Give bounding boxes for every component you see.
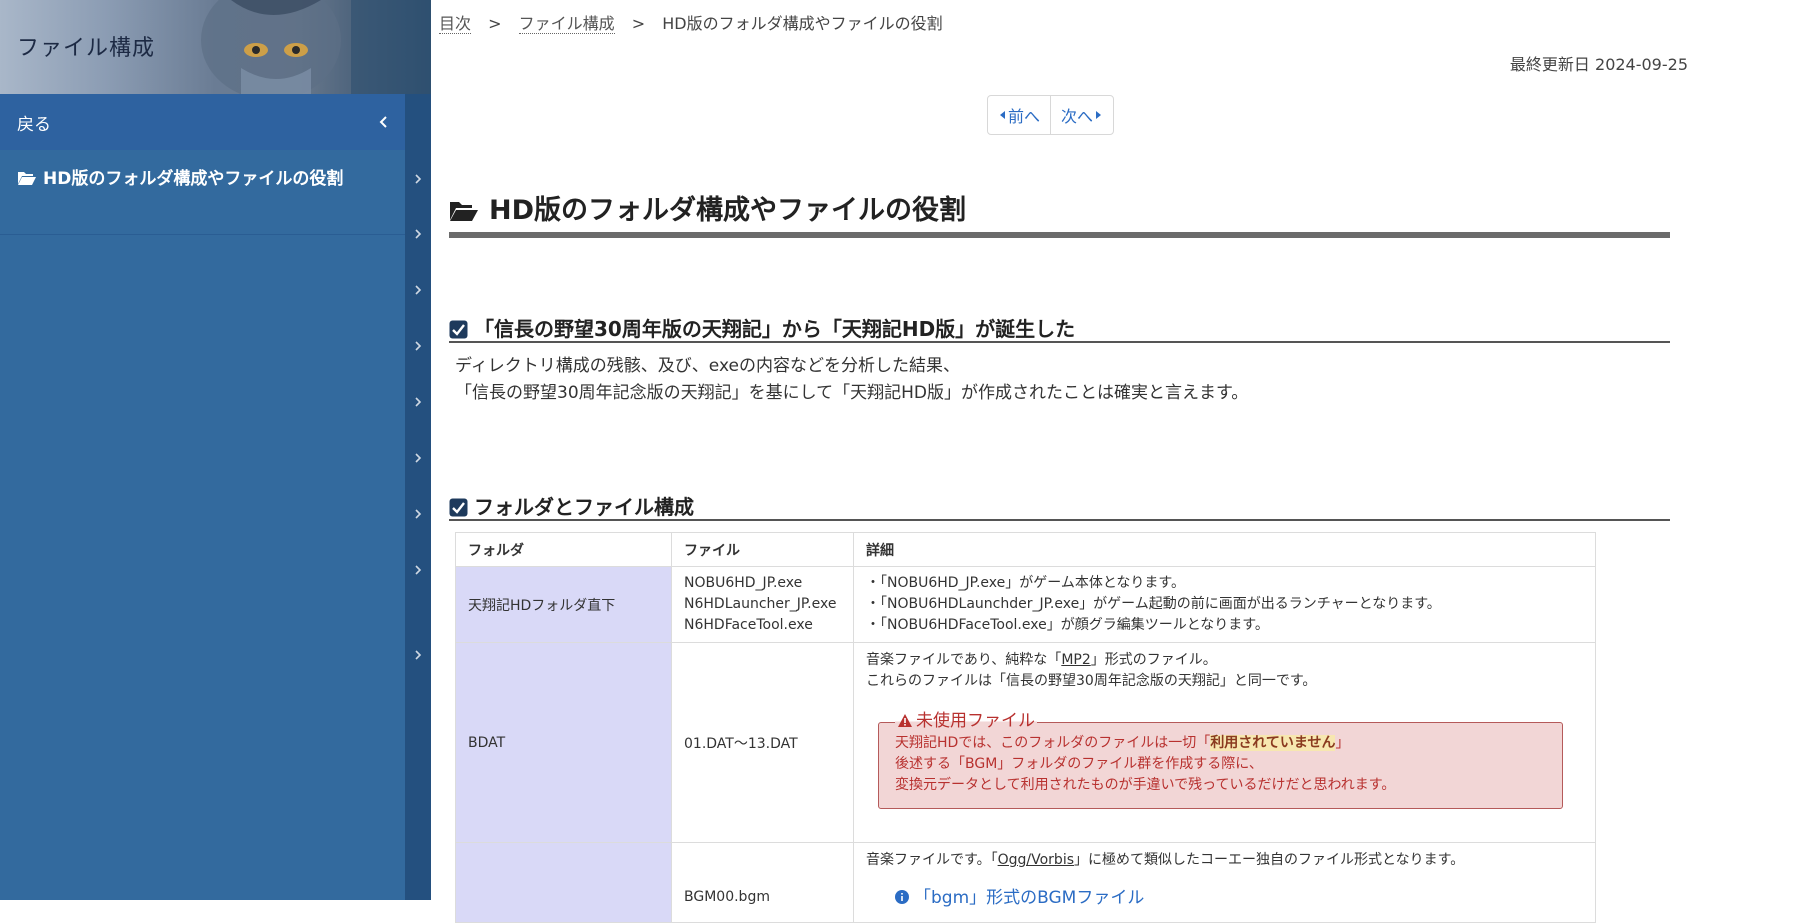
ogg-vorbis-link[interactable]: Ogg/Vorbis [998, 852, 1074, 868]
sidebar-title: ファイル構成 [17, 36, 156, 61]
back-button[interactable]: 戻る [0, 94, 405, 150]
table-row: 天翔記HDフォルダ直下 NOBU6HD_JP.exe N6HDLauncher_… [455, 566, 1596, 643]
info-title: 「bgm」形式のBGMファイル [866, 883, 1583, 908]
detail-item: 「NOBU6HDLaunchder_JP.exe」がゲーム起動の前に画面が出るラ… [866, 594, 1583, 615]
breadcrumb-current: HD版のフォルダ構成やファイルの役割 [662, 14, 943, 33]
sidebar-header: ファイル構成 [0, 0, 431, 94]
warning-title-text: 未使用ファイル [916, 711, 1035, 731]
folder-open-icon [450, 202, 478, 221]
caret-right-icon [1096, 111, 1102, 119]
warning-title: 未使用ファイル [895, 711, 1037, 732]
section-title: 「信長の野望30周年版の天翔記」から「天翔記HD版」が誕生した [474, 317, 1076, 341]
sidebar: ファイル構成 戻る HD版のフォルダ構成やファイルの役割 [0, 0, 431, 900]
chevron-right-icon[interactable] [405, 391, 431, 413]
detail-item: 「NOBU6HD_JP.exe」がゲーム本体となります。 [866, 573, 1583, 594]
chevron-left-icon [379, 116, 387, 128]
file-cell: 01.DAT～13.DAT [671, 642, 854, 843]
prev-button[interactable]: 前へ [988, 96, 1050, 134]
warning-text: 変換元データとして利用されたものが手違いで残っているだけだと思われます。 [895, 777, 1396, 793]
info-title-text: 「bgm」形式のBGMファイル [914, 888, 1145, 908]
detail-text: 音楽ファイルです。「 [866, 852, 998, 868]
folder-cell: BDAT [455, 642, 672, 843]
page-title: HD版のフォルダ構成やファイルの役割 [489, 195, 967, 226]
chevron-right-icon[interactable] [405, 168, 431, 190]
warning-body: 天翔記HDでは、このフォルダのファイルは一切「利用されていません」 後述する「B… [895, 733, 1546, 796]
page-heading: HD版のフォルダ構成やファイルの役割 [449, 188, 1670, 238]
intro-line: 「信長の野望30周年記念版の天翔記」を基にして「天翔記HD版」が作成されたことは… [455, 383, 1249, 403]
last-updated: 最終更新日 2024-09-25 [1509, 55, 1688, 74]
file-name: N6HDLauncher_JP.exe [684, 596, 837, 612]
detail-paragraph: これらのファイルは「信長の野望30周年記念版の天翔記」と同一です。 [866, 673, 1317, 689]
detail-paragraph: 音楽ファイルです。「Ogg/Vorbis」に極めて類似したコーエー独自のファイル… [866, 850, 1583, 871]
next-label: 次へ [1061, 107, 1094, 126]
back-label: 戻る [17, 114, 51, 135]
next-button[interactable]: 次へ [1050, 96, 1113, 134]
warning-triangle-icon [898, 714, 912, 727]
check-square-icon [449, 498, 468, 517]
intro-text: ディレクトリ構成の残骸、及び、exeの内容などを分析した結果、 「信長の野望30… [455, 353, 1248, 407]
chevron-right-icon[interactable] [405, 503, 431, 525]
intro-line: ディレクトリ構成の残骸、及び、exeの内容などを分析した結果、 [455, 356, 960, 376]
breadcrumb-link-toc[interactable]: 目次 [439, 14, 472, 34]
breadcrumb-link-file-structure[interactable]: ファイル構成 [518, 14, 615, 34]
pager: 前へ 次へ [987, 95, 1115, 135]
detail-item: 「NOBU6HDFaceTool.exe」が顔グラ編集ツールとなります。 [866, 615, 1583, 636]
sidebar-item-current[interactable]: HD版のフォルダ構成やファイルの役割 [0, 150, 405, 235]
mp2-link[interactable]: MP2 [1061, 652, 1090, 668]
file-name: N6HDFaceTool.exe [684, 617, 813, 633]
section-heading-origin: 「信長の野望30周年版の天翔記」から「天翔記HD版」が誕生した [449, 311, 1670, 343]
chevron-right-icon[interactable] [405, 644, 431, 666]
detail-text: 」形式のファイル。 [1090, 652, 1217, 668]
breadcrumb-separator: > [631, 14, 646, 33]
file-cell: NOBU6HD_JP.exe N6HDLauncher_JP.exe N6HDF… [671, 566, 854, 643]
detail-cell: 音楽ファイルであり、純粋な「MP2」形式のファイル。 これらのファイルは「信長の… [853, 642, 1596, 843]
detail-text: 音楽ファイルであり、純粋な「 [866, 652, 1062, 668]
file-name: NOBU6HD_JP.exe [684, 575, 803, 591]
detail-cell: 「NOBU6HD_JP.exe」がゲーム本体となります。 「NOBU6HDLau… [853, 566, 1596, 643]
warning-text: 後述する「BGM」フォルダのファイル群を作成する際に、 [895, 756, 1263, 772]
sidebar-rail [405, 94, 431, 900]
section-heading-folders: フォルダとファイル構成 [449, 489, 1670, 521]
check-square-icon [449, 320, 468, 339]
table-row: BGM00.bgm 音楽ファイルです。「Ogg/Vorbis」に極めて類似したコ… [455, 842, 1596, 923]
folder-cell [455, 842, 672, 923]
chevron-right-icon[interactable] [405, 559, 431, 581]
detail-text: 」に極めて類似したコーエー独自のファイル形式となります。 [1074, 852, 1465, 868]
warning-text: 」 [1335, 735, 1350, 751]
chevron-right-icon[interactable] [405, 335, 431, 357]
column-header-detail: 詳細 [853, 532, 1596, 567]
header-illustration [201, 0, 431, 94]
file-cell: BGM00.bgm [671, 842, 854, 923]
sidebar-item-label: HD版のフォルダ構成やファイルの役割 [43, 169, 344, 189]
file-structure-table: フォルダ ファイル 詳細 天翔記HDフォルダ直下 NOBU6HD_JP.exe … [455, 532, 1596, 923]
chevron-right-icon[interactable] [405, 223, 431, 245]
table-header-row: フォルダ ファイル 詳細 [455, 532, 1596, 567]
table-row: BDAT 01.DAT～13.DAT 音楽ファイルであり、純粋な「MP2」形式の… [455, 642, 1596, 843]
warning-text: 天翔記HDでは、このフォルダのファイルは一切「 [895, 735, 1211, 751]
column-header-file: ファイル [671, 532, 854, 567]
chevron-right-icon[interactable] [405, 447, 431, 469]
caret-left-icon [1000, 111, 1005, 119]
detail-paragraph: 音楽ファイルであり、純粋な「MP2」形式のファイル。 [866, 650, 1583, 671]
prev-label: 前へ [1008, 107, 1041, 126]
folder-cell: 天翔記HDフォルダ直下 [455, 566, 672, 643]
chevron-right-icon[interactable] [405, 279, 431, 301]
detail-cell: 音楽ファイルです。「Ogg/Vorbis」に極めて類似したコーエー独自のファイル… [853, 842, 1596, 923]
main-content: 目次 > ファイル構成 > HD版のフォルダ構成やファイルの役割 最終更新日 2… [431, 0, 1800, 923]
column-header-folder: フォルダ [455, 532, 672, 567]
folder-open-icon [18, 172, 36, 185]
info-circle-icon [895, 890, 909, 904]
warning-box: 未使用ファイル 天翔記HDでは、このフォルダのファイルは一切「利用されていません… [878, 711, 1563, 809]
breadcrumb: 目次 > ファイル構成 > HD版のフォルダ構成やファイルの役割 [439, 10, 943, 34]
warning-emphasis: 利用されていません [1210, 735, 1336, 751]
section-title: フォルダとファイル構成 [474, 495, 694, 519]
breadcrumb-separator: > [488, 14, 502, 33]
